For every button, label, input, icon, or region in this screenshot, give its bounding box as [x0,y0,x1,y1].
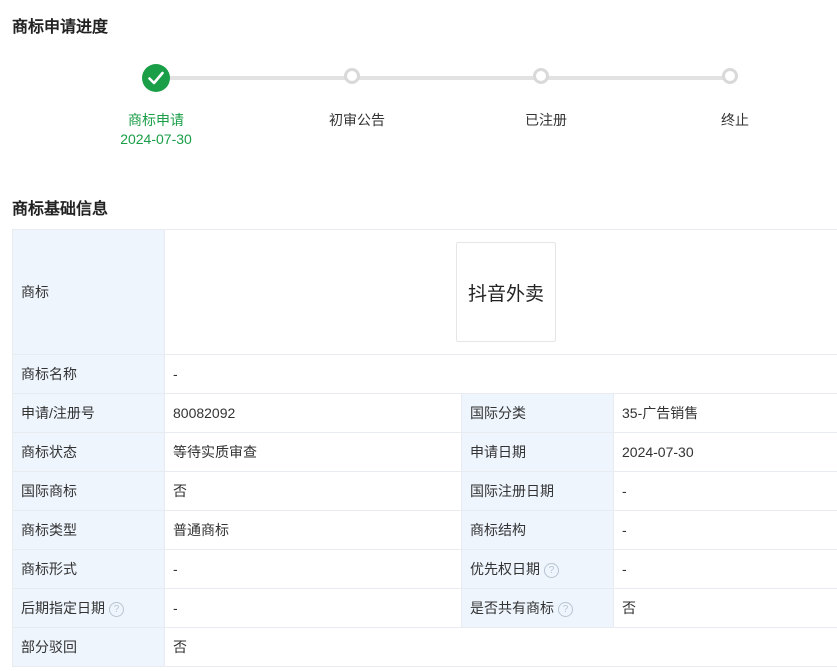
later-designation-label: 后期指定日期 [21,600,105,616]
field-label: 国际分类 [461,393,614,433]
field-value: 35-广告销售 [613,393,837,433]
logo-cell: 抖音外卖 [164,229,837,355]
field-label: 申请日期 [461,432,614,472]
table-row: 部分驳回 否 [12,627,837,667]
trademark-logo: 抖音外卖 [456,242,556,342]
progress-section-title: 商标申请进度 [12,19,109,36]
priority-date-label: 优先权日期 [470,561,540,577]
partial-rejection-value: 否 [164,627,837,667]
field-value: 2024-07-30 [613,432,837,472]
field-label: 商标形式 [12,549,165,589]
help-icon[interactable]: ? [109,602,124,617]
basic-info-table: 商标 抖音外卖 商标名称 - 申请/注册号 80082092 国际分类 35-广… [12,229,837,667]
table-row: 商标名称 - [12,354,837,394]
field-label: 商标状态 [12,432,165,472]
table-row: 申请/注册号 80082092 国际分类 35-广告销售 [12,393,837,433]
field-value: 否 [164,471,462,511]
field-label: 申请/注册号 [12,393,165,433]
field-value: - [613,471,837,511]
field-value: 等待实质审查 [164,432,462,472]
field-label: 商标类型 [12,510,165,550]
name-label: 商标名称 [12,354,165,394]
field-value: - [164,549,462,589]
table-row: 商标类型 普通商标 商标结构 - [12,510,837,550]
partial-rejection-label: 部分驳回 [12,627,165,667]
field-value: 否 [613,588,837,628]
progress-steps: 商标申请 2024-07-30 初审公告 已注册 终止 [0,60,837,160]
step-pending-icon [533,68,549,84]
table-row: 国际商标 否 国际注册日期 - [12,471,837,511]
field-value: 80082092 [164,393,462,433]
table-row: 商标状态 等待实质审查 申请日期 2024-07-30 [12,432,837,472]
step-pending-icon [722,68,738,84]
field-value: 普通商标 [164,510,462,550]
help-icon[interactable]: ? [544,563,559,578]
field-value: - [164,588,462,628]
field-label-with-help: 优先权日期? [461,549,614,589]
table-row: 商标形式 - 优先权日期? - [12,549,837,589]
step-label-application: 商标申请 [128,112,184,128]
field-label-with-help: 是否共有商标? [461,588,614,628]
field-label-with-help: 后期指定日期? [12,588,165,628]
field-label: 国际注册日期 [461,471,614,511]
name-value: - [164,354,837,394]
table-row: 商标 抖音外卖 [12,229,837,355]
basic-info-section-title: 商标基础信息 [12,201,109,218]
step-date-application: 2024-07-30 [120,131,192,147]
step-done-icon [142,64,170,92]
logo-label: 商标 [12,229,165,355]
check-icon [148,71,164,85]
field-value: - [613,510,837,550]
step-label-terminated: 终止 [721,112,749,128]
field-label: 国际商标 [12,471,165,511]
table-row: 后期指定日期? - 是否共有商标? 否 [12,588,837,628]
step-pending-icon [344,68,360,84]
progress-track [170,76,730,80]
step-label-preliminary: 初审公告 [329,112,385,128]
step-label-registered: 已注册 [525,112,567,128]
field-value: - [613,549,837,589]
help-icon[interactable]: ? [558,602,573,617]
shared-trademark-label: 是否共有商标 [470,600,554,616]
field-label: 商标结构 [461,510,614,550]
